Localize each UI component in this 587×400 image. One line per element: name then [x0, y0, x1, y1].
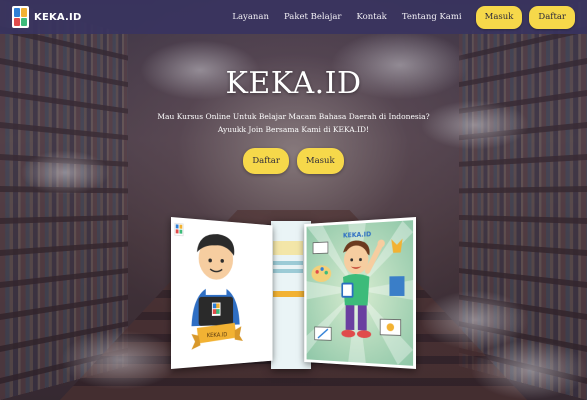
hero-title: KEKA.ID — [225, 66, 362, 101]
nav-link-paket-belajar[interactable]: Paket Belajar — [284, 12, 342, 22]
brand[interactable]: KEKA.ID — [12, 6, 81, 28]
navbar: KEKA.ID Layanan Paket Belajar Kontak Ten… — [0, 0, 587, 34]
boy-learning-illustration-icon: KEKA.ID — [306, 220, 414, 366]
card-left-badge: KEKA.ID — [207, 332, 228, 339]
card-left: KEKA.ID — [171, 217, 273, 369]
hero-masuk-button[interactable]: Masuk — [296, 148, 344, 174]
nav-link-layanan[interactable]: Layanan — [232, 12, 269, 22]
nav-link-tentang-kami[interactable]: Tentang Kami — [402, 12, 462, 22]
card-right-title: KEKA.ID — [343, 230, 372, 240]
hero-section: KEKA.ID Mau Kursus Online Untuk Belajar … — [0, 66, 587, 174]
nav-masuk-button[interactable]: Masuk — [475, 5, 523, 29]
hero-subtitle-line1: Mau Kursus Online Untuk Belajar Macam Ba… — [157, 112, 430, 121]
logo-icon — [12, 6, 29, 28]
nav-daftar-button[interactable]: Daftar — [529, 5, 575, 29]
hero-subtitle: Mau Kursus Online Untuk Belajar Macam Ba… — [0, 110, 587, 136]
hero-daftar-button[interactable]: Daftar — [243, 148, 289, 174]
card-right: KEKA.ID — [304, 217, 416, 369]
illustration-cards: KEKA.ID KEKA.ID — [171, 217, 416, 372]
hero-actions: Daftar Masuk — [0, 148, 587, 174]
nav-links: Layanan Paket Belajar Kontak Tentang Kam… — [232, 5, 575, 29]
hero-subtitle-line2: Ayuukk Join Bersama Kami di KEKA.ID! — [217, 125, 370, 134]
student-illustration-icon: KEKA.ID — [171, 217, 273, 369]
brand-name: KEKA.ID — [34, 11, 82, 23]
nav-link-kontak[interactable]: Kontak — [356, 12, 386, 22]
